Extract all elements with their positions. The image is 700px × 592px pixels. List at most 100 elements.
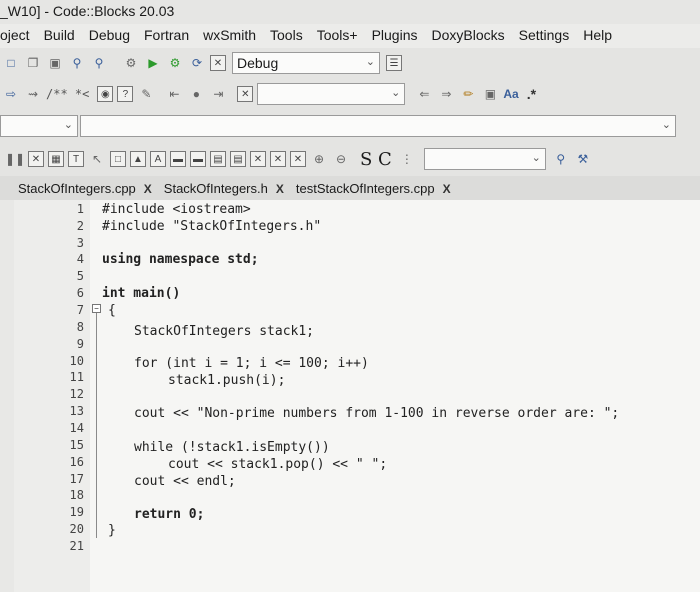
label-icon[interactable]: A <box>150 151 166 167</box>
tab-stackofintegers-cpp[interactable]: StackOfIntegers.cpp X <box>18 179 158 200</box>
code-editor[interactable]: 1 2 3 4 5 6 7 8 9 10 11 12 13 14 15 16 1… <box>14 200 700 592</box>
function-select[interactable]: ⌄ <box>80 115 676 137</box>
scope-toolbar: ⌄ ⌄ <box>0 110 700 142</box>
code-line: return 0; <box>134 507 205 522</box>
left-panel-edge <box>0 200 14 592</box>
file-tabs: StackOfIntegers.cpp X StackOfIntegers.h … <box>0 176 700 200</box>
build-and-run-icon[interactable]: ⚙ <box>166 54 184 72</box>
copy-icon[interactable]: ❐ <box>24 54 42 72</box>
combobox-widget-icon[interactable]: ▤ <box>230 151 246 167</box>
rebuild-icon[interactable]: ⟳ <box>188 54 206 72</box>
line-number: 3 <box>76 236 84 250</box>
search-letters[interactable]: S C <box>360 149 392 170</box>
chevron-down-icon: ⌄ <box>531 152 541 164</box>
match-case-icon[interactable]: Aa <box>503 85 518 103</box>
menu-build[interactable]: Build <box>44 27 75 48</box>
line-number: 13 <box>69 404 84 418</box>
tab-label: StackOfIntegers.h <box>163 181 268 196</box>
panel-icon[interactable]: □ <box>110 151 126 167</box>
step-icon[interactable]: ⇝ <box>24 85 42 103</box>
close-box-icon[interactable]: ✕ <box>28 151 44 167</box>
chevron-down-icon: ⌄ <box>365 56 375 68</box>
build-gear-icon[interactable]: ⚙ <box>122 54 140 72</box>
tab-teststackofintegers-cpp[interactable]: testStackOfIntegers.cpp X <box>296 179 457 200</box>
line-number: 4 <box>76 252 84 266</box>
tab-stackofintegers-h[interactable]: StackOfIntegers.h X <box>164 179 290 200</box>
line-number: 9 <box>76 337 84 351</box>
line-number: 1 <box>76 202 84 216</box>
sizer-icon[interactable]: ✕ <box>250 151 266 167</box>
text-icon[interactable]: T <box>68 151 84 167</box>
run-icon[interactable]: ▶ <box>144 54 162 72</box>
search-icon[interactable]: ⚲ <box>552 150 570 168</box>
code-line: int main() <box>102 286 181 301</box>
line-number: 21 <box>69 539 84 553</box>
code-line: { <box>108 303 116 318</box>
clear-icon[interactable]: ✕ <box>237 86 254 102</box>
sizer-v-icon[interactable]: ✕ <box>290 151 306 167</box>
pointer-icon[interactable]: ↖ <box>88 150 106 168</box>
code-line: stack1.push(i); <box>168 373 286 388</box>
help-icon[interactable]: ? <box>117 86 134 102</box>
code-search-input[interactable]: ⌄ <box>257 83 406 105</box>
menu-tools[interactable]: Tools <box>270 27 303 48</box>
menu-settings[interactable]: Settings <box>519 27 570 48</box>
menu-doxyblocks[interactable]: DoxyBlocks <box>431 27 504 48</box>
abort-icon[interactable]: ✕ <box>210 55 226 71</box>
selection-icon[interactable]: ▣ <box>481 85 499 103</box>
line-number: 11 <box>69 370 84 384</box>
menu-tools-plus[interactable]: Tools+ <box>317 27 358 48</box>
close-icon[interactable]: X <box>276 182 284 196</box>
menu-fortran[interactable]: Fortran <box>144 27 189 48</box>
code-line: StackOfIntegers stack1; <box>134 324 315 339</box>
replace-icon[interactable]: ⚲ <box>90 54 108 72</box>
menu-debug[interactable]: Debug <box>89 27 130 48</box>
pause-icon[interactable]: ❚❚ <box>5 150 25 168</box>
find-previous-icon[interactable]: ⇐ <box>415 85 433 103</box>
image-icon[interactable]: ▲ <box>130 151 146 167</box>
listbox-widget-icon[interactable]: ▤ <box>210 151 226 167</box>
tools-icon[interactable]: ✎ <box>137 85 155 103</box>
line-number: 15 <box>69 438 84 452</box>
chevron-down-icon: ⌄ <box>63 119 73 131</box>
paste-icon[interactable]: ▣ <box>46 54 64 72</box>
find-next-icon[interactable]: ⇒ <box>437 85 455 103</box>
code-line: } <box>108 523 116 538</box>
settings-wrench-icon[interactable]: ⚒ <box>574 150 592 168</box>
tab-label: StackOfIntegers.cpp <box>18 181 136 196</box>
bookmark-dot-icon[interactable]: ● <box>187 85 205 103</box>
menu-wxsmith[interactable]: wxSmith <box>203 27 256 48</box>
debug-window-icon[interactable]: ◉ <box>97 86 114 102</box>
build-target-select[interactable]: Debug ⌄ <box>232 52 380 74</box>
debug-continue-icon[interactable]: ⇨ <box>2 85 20 103</box>
find-icon[interactable]: ⚲ <box>68 54 86 72</box>
code-line: for (int i = 1; i <= 100; i++) <box>134 356 369 371</box>
close-icon[interactable]: X <box>144 182 152 196</box>
grid-icon[interactable]: ▦ <box>48 151 64 167</box>
line-number: 20 <box>69 522 84 536</box>
button-widget-icon[interactable]: ▬ <box>170 151 186 167</box>
jump-forward-icon[interactable]: ⇥ <box>209 85 227 103</box>
highlight-icon[interactable]: ✏ <box>459 85 477 103</box>
zoom-in-icon[interactable]: ⊕ <box>310 150 328 168</box>
scope-select[interactable]: ⌄ <box>0 115 78 137</box>
jump-back-icon[interactable]: ⇤ <box>165 85 183 103</box>
build-options-icon[interactable]: ☰ <box>386 55 402 71</box>
new-file-icon[interactable]: □ <box>2 54 20 72</box>
line-number: 16 <box>69 455 84 469</box>
zoom-out-icon[interactable]: ⊖ <box>332 150 350 168</box>
menu-help[interactable]: Help <box>583 27 612 48</box>
build-target-value: Debug <box>237 55 279 71</box>
line-number: 12 <box>69 387 84 401</box>
menu-project[interactable]: oject <box>0 27 30 48</box>
fold-toggle-icon[interactable]: − <box>92 304 101 313</box>
symbol-search-input[interactable]: ⌄ <box>423 148 546 170</box>
doxygen-comment-button[interactable]: /** *< <box>46 87 89 101</box>
close-icon[interactable]: X <box>443 182 451 196</box>
line-number: 14 <box>69 421 84 435</box>
sizer-h-icon[interactable]: ✕ <box>270 151 286 167</box>
toggle-widget-icon[interactable]: ▬ <box>190 151 206 167</box>
regex-toggle[interactable]: .* <box>527 86 536 102</box>
separator-handle-icon: ⋮ <box>400 152 413 166</box>
menu-plugins[interactable]: Plugins <box>372 27 418 48</box>
